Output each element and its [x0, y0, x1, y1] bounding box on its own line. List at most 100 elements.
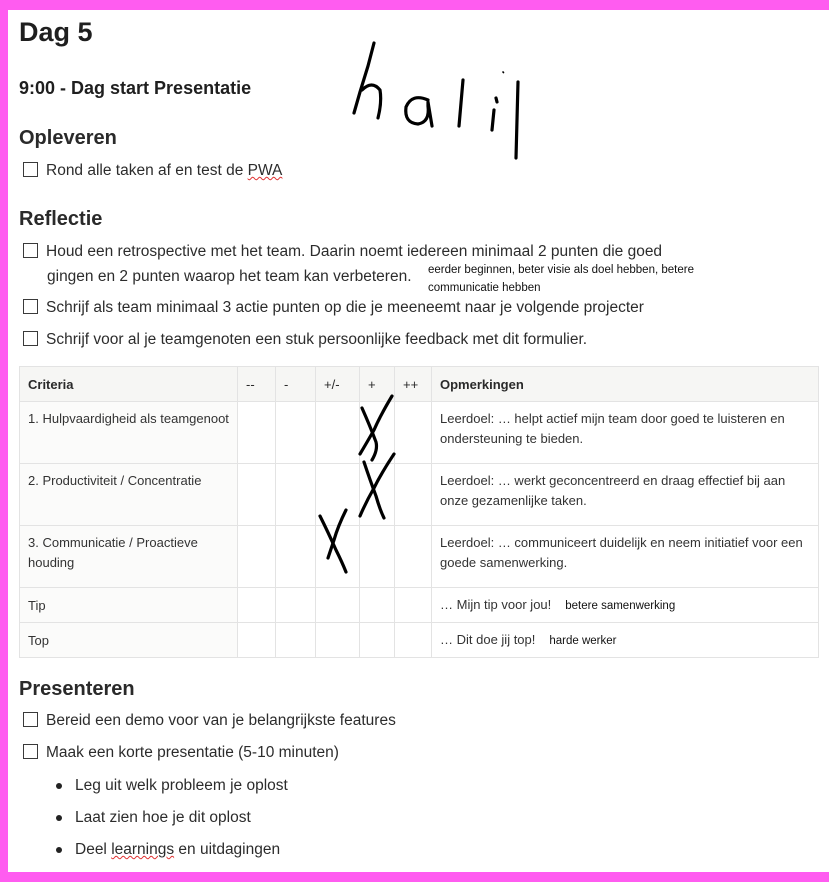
page-title: Dag 5: [19, 17, 93, 47]
score-cell[interactable]: [359, 622, 395, 658]
checkbox[interactable]: [23, 299, 38, 314]
section-heading-presenteren: Presenteren: [19, 678, 135, 700]
score-cell[interactable]: [275, 587, 316, 623]
list-item: Leg uit welk probleem je oplost: [54, 775, 288, 807]
todo-text: Schrijf voor al je teamgenoten een stuk …: [46, 331, 588, 348]
page-subtitle: 9:00 - Dag start Presentatie: [19, 78, 252, 98]
ink-stroke-a: [404, 96, 434, 128]
checkbox[interactable]: [23, 162, 38, 177]
header-criteria: Criteria: [19, 366, 238, 402]
score-cell[interactable]: [394, 401, 432, 464]
presentation-bullets: Leg uit welk probleem je oplost Laat zie…: [54, 775, 288, 871]
score-cell[interactable]: [394, 525, 432, 588]
score-cell[interactable]: [394, 622, 432, 658]
bullet-text: Leg uit welk probleem je oplost: [75, 777, 288, 794]
score-cell[interactable]: [315, 587, 360, 623]
remark-text: … Dit doe jij top!: [440, 631, 536, 647]
feedback-table: Criteria -- - +/- + ++ Opmerkingen 1. Hu…: [19, 366, 819, 658]
handwritten-note-retro-line1: eerder beginnen, beter visie als doel he…: [428, 264, 694, 276]
todo-text: Schrijf als team minimaal 3 actie punten…: [46, 299, 644, 316]
table-row: Top … Dit doe jij top! harde werker: [19, 622, 819, 658]
handwritten-note-retro-line2: communicatie hebben: [428, 282, 541, 294]
header-neutral: +/-: [315, 366, 360, 402]
todo-item-feedback: Schrijf voor al je teamgenoten een stuk …: [23, 331, 587, 349]
score-cell[interactable]: [275, 401, 316, 464]
section-heading-opleveren: Opleveren: [19, 127, 117, 149]
todo-text: Houd een retrospective met het team. Daa…: [46, 243, 663, 260]
todo-text: Maak een korte presentatie (5-10 minuten…: [46, 744, 339, 761]
ink-stroke-h2: [360, 83, 383, 120]
ink-stroke-h1: [352, 41, 376, 115]
score-cell[interactable]: [315, 401, 360, 464]
checkbox[interactable]: [23, 243, 38, 258]
todo-item-opleveren: Rond alle taken af en test de PWA: [23, 162, 282, 180]
table-header-row: Criteria -- - +/- + ++ Opmerkingen: [19, 366, 819, 402]
score-cell[interactable]: [359, 587, 395, 623]
list-item: Deel learnings en uitdagingen: [54, 839, 288, 871]
bullet-text: Deel: [75, 841, 112, 858]
ink-dot: [502, 71, 505, 74]
ink-stroke-l: [457, 78, 465, 128]
score-cell[interactable]: [237, 622, 276, 658]
criteria-cell: 3. Communicatie / Proactieve houding: [19, 525, 238, 588]
score-cell[interactable]: [359, 401, 395, 464]
header-very-positive: ++: [394, 366, 432, 402]
remark-text: … Mijn tip voor jou!: [440, 596, 552, 612]
handwritten-greeting: [352, 41, 520, 160]
todo-item-action-points: Schrijf als team minimaal 3 actie punten…: [23, 299, 644, 317]
remark-cell: … Dit doe jij top! harde werker: [431, 622, 819, 658]
section-heading-reflectie: Reflectie: [19, 208, 103, 230]
todo-text: Rond alle taken af en test de: [46, 162, 248, 179]
score-cell[interactable]: [315, 463, 360, 526]
ink-stroke-l2: [514, 80, 520, 160]
score-cell[interactable]: [394, 587, 432, 623]
score-cell[interactable]: [237, 587, 276, 623]
corner-smudge: [699, 10, 829, 22]
header-very-negative: --: [237, 366, 276, 402]
bullet-text: Laat zien hoe je dit oplost: [75, 809, 251, 826]
table-row: Tip … Mijn tip voor jou! betere samenwerk…: [19, 587, 819, 623]
document-page: Dag 5 9:00 - Dag start Presentatie Oplev…: [8, 10, 829, 872]
score-cell[interactable]: [237, 401, 276, 464]
header-positive: +: [359, 366, 395, 402]
bullet-text: en uitdagingen: [174, 841, 281, 858]
remark-cell: Leerdoel: … communiceert duidelijk en ne…: [431, 525, 819, 588]
table-row: 2. Productiviteit / Concentratie Leerdoe…: [19, 463, 819, 526]
criteria-cell: Top: [19, 622, 238, 658]
criteria-cell: 1. Hulpvaardigheid als teamgenoot: [19, 401, 238, 464]
criteria-cell: 2. Productiviteit / Concentratie: [19, 463, 238, 526]
checkbox[interactable]: [23, 744, 38, 759]
handwritten-note-tip: betere samenwerking: [565, 599, 676, 612]
score-cell[interactable]: [275, 622, 316, 658]
score-cell[interactable]: [359, 463, 395, 526]
handwritten-note-top: harde werker: [549, 634, 617, 647]
score-cell[interactable]: [359, 525, 395, 588]
table-row: 3. Communicatie / Proactieve houding Lee…: [19, 525, 819, 588]
score-cell[interactable]: [275, 525, 316, 588]
score-cell[interactable]: [394, 463, 432, 526]
header-negative: -: [275, 366, 316, 402]
score-cell[interactable]: [275, 463, 316, 526]
checkbox[interactable]: [23, 712, 38, 727]
score-cell[interactable]: [237, 463, 276, 526]
todo-item-presentation: Maak een korte presentatie (5-10 minuten…: [23, 744, 339, 762]
bullet-text-misspelled: learnings: [111, 841, 175, 858]
score-cell[interactable]: [315, 622, 360, 658]
list-item: Laat zien hoe je dit oplost: [54, 807, 288, 839]
todo-item-retrospective: Houd een retrospective met het team. Daa…: [23, 243, 662, 261]
ink-dot-i: [494, 96, 499, 104]
header-opmerkingen: Opmerkingen: [431, 366, 819, 402]
score-cell[interactable]: [315, 525, 360, 588]
todo-text-continued: gingen en 2 punten waarop het team kan v…: [47, 268, 412, 285]
ink-stroke-i: [490, 108, 496, 132]
remark-cell: … Mijn tip voor jou! betere samenwerking: [431, 587, 819, 623]
checkbox[interactable]: [23, 331, 38, 346]
table-row: 1. Hulpvaardigheid als teamgenoot Leerdo…: [19, 401, 819, 464]
todo-text: Bereid een demo voor van je belangrijkst…: [46, 712, 396, 729]
remark-cell: Leerdoel: … werkt geconcentreerd en draa…: [431, 463, 819, 526]
score-cell[interactable]: [237, 525, 276, 588]
todo-item-demo: Bereid een demo voor van je belangrijkst…: [23, 712, 396, 730]
remark-cell: Leerdoel: … helpt actief mijn team door …: [431, 401, 819, 464]
criteria-cell: Tip: [19, 587, 238, 623]
todo-text-misspelled: PWA: [247, 162, 283, 179]
